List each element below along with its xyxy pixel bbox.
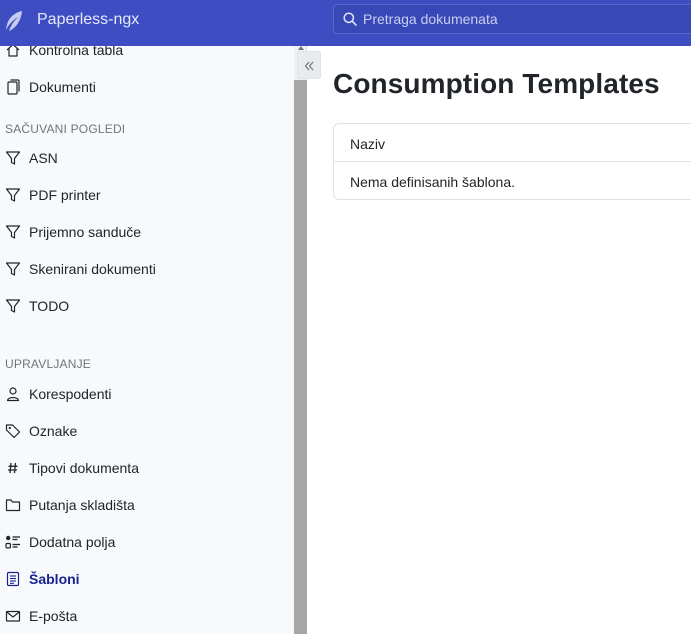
sidebar-item-label: Dokumenti <box>29 79 96 95</box>
sidebar-item-saved-view-pdf-printer[interactable]: PDF printer <box>0 180 294 210</box>
ui-radios-icon <box>5 535 20 549</box>
sidebar-item-label: Šabloni <box>29 571 80 587</box>
sidebar: Kontrolna tabla Dokumenti SAČUVANI POGLE… <box>0 46 294 634</box>
sidebar-item-label: Kontrolna tabla <box>29 46 124 58</box>
app-title: Paperless-ngx <box>37 11 140 28</box>
sidebar-scrollbar-thumb[interactable] <box>294 80 307 634</box>
sidebar-item-dashboard[interactable]: Kontrolna tabla <box>0 46 294 65</box>
sidebar-item-saved-view-asn[interactable]: ASN <box>0 143 294 173</box>
search-box[interactable] <box>333 4 691 34</box>
scroll-up-arrow-icon[interactable] <box>298 46 304 50</box>
saved-views-heading: SAČUVANI POGLEDI <box>5 122 126 136</box>
sidebar-item-templates[interactable]: Šabloni <box>0 564 294 594</box>
funnel-icon <box>5 262 21 276</box>
folder-icon <box>5 499 21 512</box>
sidebar-item-label: ASN <box>29 150 58 166</box>
sidebar-item-label: Putanja skladišta <box>29 497 135 513</box>
templates-table: Naziv Nema definisanih šablona. <box>333 123 691 200</box>
person-icon <box>6 387 20 402</box>
house-icon <box>6 46 20 57</box>
sidebar-item-label: Korespodenti <box>29 386 112 402</box>
sidebar-item-label: PDF printer <box>29 187 101 203</box>
documents-icon <box>7 79 20 95</box>
sidebar-item-label: TODO <box>29 298 70 314</box>
double-chevron-left-icon <box>304 61 314 71</box>
table-header: Naziv <box>334 124 691 162</box>
funnel-icon <box>5 225 21 239</box>
page-title: Consumption Templates <box>333 68 660 99</box>
manage-heading: UPRAVLJANJE <box>5 357 92 371</box>
sidebar-item-label: Skenirani dokumenti <box>29 261 156 277</box>
tags-icon <box>5 424 21 439</box>
collapse-sidebar-button[interactable] <box>297 51 321 79</box>
sidebar-item-custom-fields[interactable]: Dodatna polja <box>0 527 294 557</box>
search-input[interactable] <box>363 5 691 33</box>
sidebar-item-tags[interactable]: Oznake <box>0 416 294 446</box>
sidebar-item-document-types[interactable]: Tipovi dokumenta <box>0 453 294 483</box>
empty-message: Nema definisanih šablona. <box>350 174 515 190</box>
sidebar-item-saved-view-todo[interactable]: TODO <box>0 291 294 321</box>
sidebar-item-saved-view-inbox[interactable]: Prijemno sanduče <box>0 217 294 247</box>
sidebar-item-label: Prijemno sanduče <box>29 224 142 240</box>
sidebar-item-storage-paths[interactable]: Putanja skladišta <box>0 490 294 520</box>
sidebar-item-saved-view-scanned[interactable]: Skenirani dokumenti <box>0 254 294 284</box>
top-navbar: Paperless-ngx <box>0 0 691 46</box>
funnel-icon <box>5 299 21 313</box>
envelope-icon <box>5 610 21 622</box>
sidebar-item-label: Tipovi dokumenta <box>29 460 139 476</box>
funnel-icon <box>5 151 21 165</box>
hash-icon <box>8 462 18 474</box>
sidebar-item-documents[interactable]: Dokumenti <box>0 72 294 102</box>
search-icon <box>343 12 357 26</box>
sidebar-item-label: Dodatna polja <box>29 534 116 550</box>
sidebar-item-mail[interactable]: E-pošta <box>0 601 294 631</box>
sidebar-item-correspondents[interactable]: Korespodenti <box>0 379 294 409</box>
sidebar-item-label: E-pošta <box>29 608 78 624</box>
paperless-leaf-logo <box>6 11 22 31</box>
template-icon <box>6 571 20 587</box>
sidebar-item-label: Oznake <box>29 423 78 439</box>
funnel-icon <box>5 188 21 202</box>
column-header-name: Naziv <box>350 136 386 152</box>
